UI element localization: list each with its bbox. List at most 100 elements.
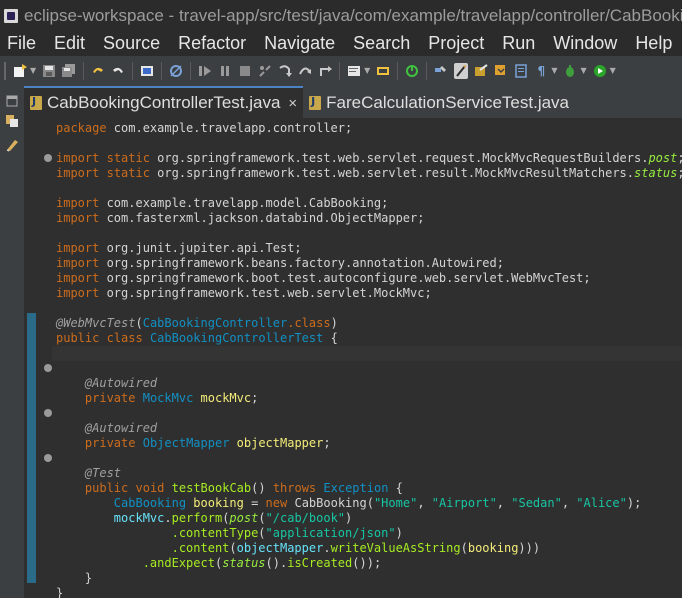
code-line: import static org.springframework.test.w… (56, 166, 682, 180)
current-code-line (52, 346, 682, 361)
fold-objectmapper-icon[interactable] (44, 409, 52, 417)
open-task-icon[interactable] (474, 63, 488, 79)
redo-icon[interactable] (111, 63, 125, 79)
code-line: @Test (84, 466, 122, 480)
toggle-mark-occurrences-icon[interactable] (405, 63, 419, 79)
code-line: private MockMvc mockMvc; (84, 391, 259, 405)
step-return-icon[interactable] (318, 63, 333, 79)
toolbar-separator (339, 61, 341, 80)
code-line: package com.example.travelapp.controller… (56, 121, 353, 135)
menu-bar: File Edit Source Refactor Navigate Searc… (0, 31, 682, 56)
code-line: .andExpect(status().isCreated()); (142, 556, 382, 570)
java-file-icon (309, 95, 322, 110)
suspend-icon[interactable] (218, 63, 232, 79)
tab-label: CabBookingControllerTest.java (47, 93, 281, 112)
menu-help[interactable]: Help (628, 33, 682, 54)
terminate-icon[interactable] (238, 63, 252, 79)
menu-search[interactable]: Search (346, 33, 421, 54)
undo-icon[interactable] (91, 63, 105, 79)
highlight-icon[interactable] (434, 63, 448, 79)
open-console-icon[interactable] (347, 63, 361, 79)
code-line: @WebMvcTest(CabBookingController.class) (56, 316, 338, 330)
open-type-icon[interactable] (454, 62, 469, 79)
code-editor[interactable]: package com.example.travelapp.controller… (24, 118, 682, 598)
debug-dropdown-icon[interactable]: ▼ (580, 66, 586, 75)
skip-breakpoints-icon[interactable] (169, 63, 183, 79)
code-line: @Autowired (84, 421, 158, 435)
next-annotation-icon[interactable] (494, 63, 508, 79)
code-line: mockMvc.perform(post("/cab/book") (113, 511, 353, 525)
step-over-icon[interactable] (298, 63, 312, 79)
code-line: public class CabBookingControllerTest { (56, 331, 338, 345)
code-line: @Autowired (84, 376, 158, 390)
toolbar-separator (83, 61, 85, 80)
menu-window[interactable]: Window (546, 33, 628, 54)
run-icon[interactable] (593, 63, 607, 79)
fold-mockmvc-icon[interactable] (44, 364, 52, 372)
menu-edit[interactable]: Edit (47, 33, 96, 54)
code-line: import org.springframework.test.web.serv… (56, 286, 432, 300)
toolbar-separator (190, 61, 192, 80)
disconnect-icon[interactable] (258, 63, 272, 79)
code-line: CabBooking booking = new CabBooking("Hom… (113, 496, 642, 510)
build-icon[interactable] (376, 63, 390, 79)
code-line: .contentType("application/json") (171, 526, 403, 540)
title-bar: eclipse-workspace - travel-app/src/test/… (0, 0, 682, 31)
menu-navigate[interactable]: Navigate (257, 33, 346, 54)
minimize-icon[interactable] (4, 93, 20, 109)
console-dropdown-icon[interactable]: ▼ (364, 66, 370, 75)
toolbar-separator (132, 61, 134, 80)
main-toolbar: ▼ ▼ ¶ ▼ ▼ ▼ (0, 56, 682, 85)
code-line: } (56, 571, 93, 585)
outline-view-icon[interactable] (514, 63, 528, 79)
tab-label: FareCalculationServiceTest.java (326, 92, 570, 112)
code-line: } (56, 586, 64, 598)
show-whitespace-icon[interactable]: ¶ (534, 63, 548, 79)
code-line: import org.springframework.boot.test.aut… (56, 271, 591, 285)
code-line: import static org.springframework.test.w… (56, 151, 682, 165)
terminal-icon[interactable] (140, 63, 154, 79)
java-file-icon (30, 95, 42, 110)
left-view-strip (0, 85, 24, 598)
tab-fare-calculation-service-test[interactable]: FareCalculationServiceTest.java (303, 87, 575, 118)
code-line: .content(objectMapper.writeValueAsString… (171, 541, 541, 555)
debug-icon[interactable] (563, 63, 577, 79)
resume-icon[interactable] (198, 63, 212, 79)
close-icon[interactable]: × (288, 95, 297, 112)
code-line: private ObjectMapper objectMapper; (84, 436, 331, 450)
new-dropdown-icon[interactable]: ▼ (30, 66, 36, 75)
new-wizard-icon[interactable] (13, 63, 27, 79)
code-line: import org.springframework.beans.factory… (56, 256, 504, 270)
source-code: package com.example.travelapp.controller… (52, 121, 682, 598)
menu-project[interactable]: Project (421, 33, 495, 54)
restore-icon[interactable] (4, 113, 20, 129)
window-title: eclipse-workspace - travel-app/src/test/… (24, 5, 682, 25)
whitespace-dropdown-icon[interactable]: ▼ (551, 66, 557, 75)
code-line: import org.junit.jupiter.api.Test; (56, 241, 302, 255)
menu-run[interactable]: Run (495, 33, 546, 54)
code-line: import com.fasterxml.jackson.databind.Ob… (56, 211, 425, 225)
fold-method-icon[interactable] (44, 454, 52, 462)
code-line: public void testBookCab() throws Excepti… (84, 481, 403, 495)
menu-file[interactable]: File (0, 33, 47, 54)
save-all-icon[interactable] (62, 63, 76, 79)
menu-source[interactable]: Source (96, 33, 171, 54)
toolbar-grip (4, 61, 6, 80)
fold-imports-icon[interactable] (44, 154, 52, 162)
run-dropdown-icon[interactable]: ▼ (610, 66, 616, 75)
menu-refactor[interactable]: Refactor (171, 33, 257, 54)
toolbar-separator (161, 61, 163, 80)
change-ruler-marker (27, 313, 36, 583)
step-into-icon[interactable] (278, 63, 293, 79)
save-icon[interactable] (42, 63, 56, 79)
outline-icon[interactable] (4, 137, 20, 153)
tab-cab-booking-controller-test[interactable]: CabBookingControllerTest.java × (24, 86, 304, 118)
eclipse-app-icon (4, 8, 18, 23)
